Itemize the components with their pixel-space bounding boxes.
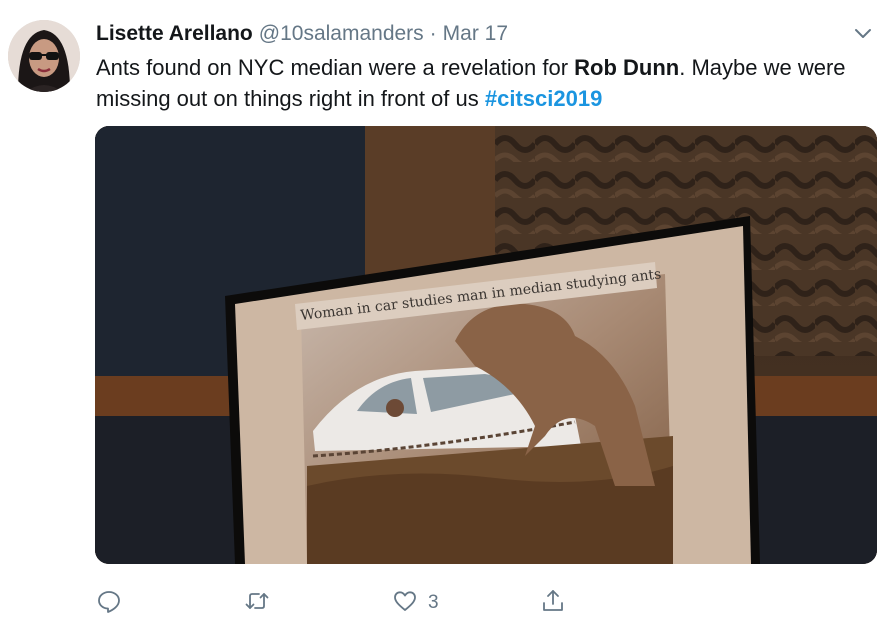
mention-name: Rob Dunn <box>574 55 680 80</box>
author-name[interactable]: Lisette Arellano <box>96 22 253 46</box>
heart-icon <box>392 588 418 619</box>
tweet-media-photo[interactable]: Woman in car studies man in median study… <box>95 126 877 564</box>
reply-button[interactable] <box>96 586 122 620</box>
tweet-date[interactable]: Mar 17 <box>443 22 508 46</box>
avatar[interactable] <box>8 20 80 92</box>
tweet-text: Ants found on NYC median were a revelati… <box>96 52 876 114</box>
share-button[interactable] <box>540 586 566 620</box>
avatar-image <box>8 20 80 92</box>
retweet-icon <box>244 588 270 619</box>
like-button[interactable]: 3 <box>392 586 439 620</box>
retweet-button[interactable] <box>244 586 270 620</box>
author-handle[interactable]: @10salamanders <box>259 22 424 46</box>
tweet: Lisette Arellano @10salamanders · Mar 17… <box>0 0 896 636</box>
share-icon <box>540 588 566 619</box>
tweet-actions: 3 <box>96 586 876 620</box>
hashtag-link[interactable]: #citsci2019 <box>485 86 602 111</box>
separator: · <box>429 22 437 45</box>
slide-photo: Woman in car studies man in median study… <box>95 126 877 564</box>
chevron-down-icon[interactable] <box>852 24 874 44</box>
like-count: 3 <box>428 592 439 613</box>
tweet-header: Lisette Arellano @10salamanders · Mar 17 <box>96 20 508 48</box>
tweet-text-part1: Ants found on NYC median were a revelati… <box>96 55 575 80</box>
reply-icon <box>96 588 122 619</box>
